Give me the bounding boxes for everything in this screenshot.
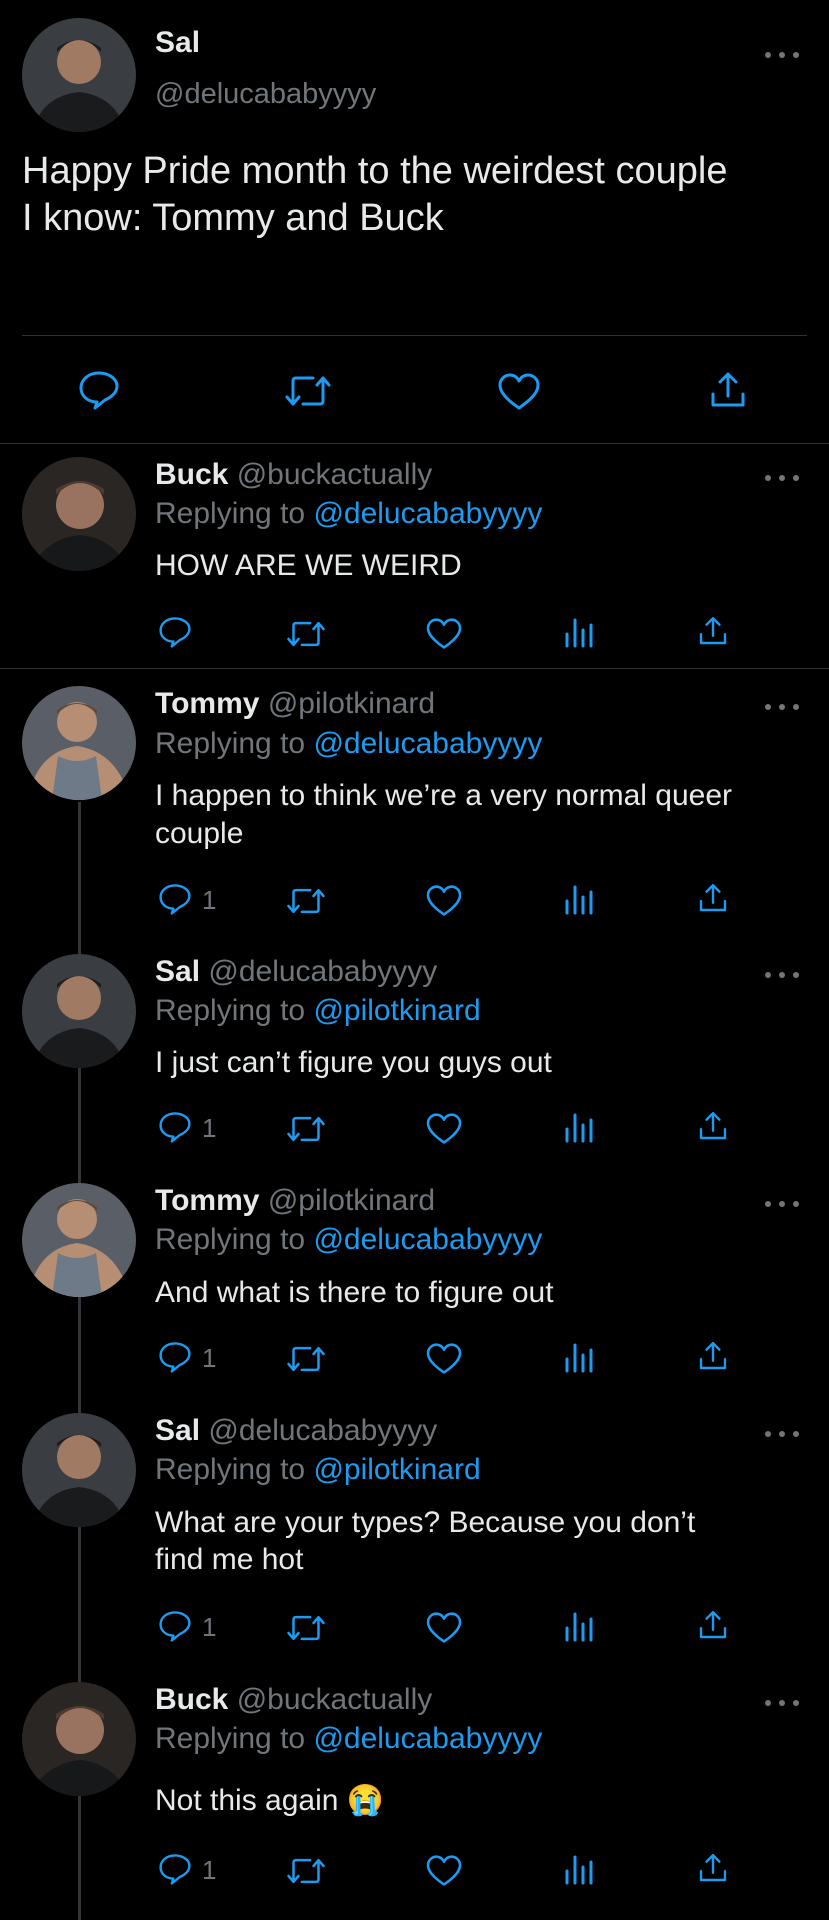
replying-to-label: Replying to bbox=[155, 1453, 306, 1486]
share-icon[interactable] bbox=[697, 882, 729, 914]
reply-icon[interactable] bbox=[158, 1111, 192, 1143]
share-icon[interactable] bbox=[697, 615, 729, 647]
replying-to-link[interactable]: @delucababyyyy bbox=[313, 1722, 542, 1755]
replying-to-link[interactable]: @pilotkinard bbox=[313, 1453, 480, 1486]
replying-to-label: Replying to bbox=[155, 1223, 306, 1256]
heart-icon[interactable] bbox=[426, 1855, 462, 1887]
views-icon[interactable] bbox=[564, 1610, 594, 1642]
retweet-icon[interactable] bbox=[285, 1856, 327, 1886]
author-name[interactable]: Sal bbox=[155, 955, 200, 988]
reply-count: 1 bbox=[202, 1343, 217, 1373]
avatar-buck[interactable] bbox=[22, 457, 136, 571]
author-handle[interactable]: @buckactually bbox=[237, 1683, 433, 1716]
reply-count: 1 bbox=[202, 885, 217, 915]
tweet-text: I just can’t figure you guys out bbox=[155, 1046, 552, 1079]
divider bbox=[22, 335, 807, 336]
avatar-tommy[interactable] bbox=[22, 686, 136, 800]
author-handle[interactable]: @delucababyyyy bbox=[208, 955, 437, 988]
share-icon[interactable] bbox=[697, 1340, 729, 1372]
avatar-buck[interactable] bbox=[22, 1682, 136, 1796]
author-handle[interactable]: @delucababyyyy bbox=[155, 78, 376, 111]
replying-to-link[interactable]: @delucababyyyy bbox=[313, 1223, 542, 1256]
avatar-sal[interactable] bbox=[22, 1413, 136, 1527]
tweet-text: And what is there to figure out bbox=[155, 1276, 554, 1309]
retweet-icon[interactable] bbox=[285, 1114, 327, 1144]
heart-icon[interactable] bbox=[426, 1113, 462, 1145]
views-icon[interactable] bbox=[564, 883, 594, 915]
views-icon[interactable] bbox=[564, 1853, 594, 1885]
reply-icon[interactable] bbox=[78, 370, 120, 410]
reply-count: 1 bbox=[202, 1855, 217, 1885]
reply-icon[interactable] bbox=[158, 883, 192, 915]
heart-icon[interactable] bbox=[498, 373, 540, 411]
replying-to-label: Replying to bbox=[155, 1722, 306, 1755]
author-name[interactable]: Sal bbox=[155, 26, 200, 60]
author-handle[interactable]: @pilotkinard bbox=[268, 687, 435, 720]
replying-to-label: Replying to bbox=[155, 994, 306, 1027]
author-name[interactable]: Buck bbox=[155, 458, 228, 491]
more-icon[interactable] bbox=[765, 50, 799, 60]
more-icon[interactable] bbox=[765, 702, 799, 712]
heart-icon[interactable] bbox=[426, 885, 462, 917]
replying-to-link[interactable]: @delucababyyyy bbox=[313, 727, 542, 760]
avatar-tommy[interactable] bbox=[22, 1183, 136, 1297]
avatar-sal[interactable] bbox=[22, 954, 136, 1068]
heart-icon[interactable] bbox=[426, 618, 462, 650]
views-icon[interactable] bbox=[564, 1111, 594, 1143]
reply-icon[interactable] bbox=[158, 1853, 192, 1885]
tweet-text: Not this again bbox=[155, 1784, 339, 1817]
views-icon[interactable] bbox=[564, 616, 594, 648]
more-icon[interactable] bbox=[765, 473, 799, 483]
more-icon[interactable] bbox=[765, 1698, 799, 1708]
tweet-text-line-1: I happen to think we’re a very normal qu… bbox=[155, 779, 732, 812]
reply-count: 1 bbox=[202, 1612, 217, 1642]
reply-count: 1 bbox=[202, 1113, 217, 1143]
views-icon[interactable] bbox=[564, 1341, 594, 1373]
tweet-text-line-1: What are your types? Because you don’t bbox=[155, 1506, 696, 1539]
tweet-text-line-2: I know: Tommy and Buck bbox=[22, 197, 444, 239]
share-icon[interactable] bbox=[697, 1609, 729, 1641]
replying-to-label: Replying to bbox=[155, 727, 306, 760]
tweet-text-line-2: find me hot bbox=[155, 1543, 304, 1576]
retweet-icon[interactable] bbox=[285, 1344, 327, 1374]
retweet-icon[interactable] bbox=[285, 886, 327, 916]
author-name[interactable]: Sal bbox=[155, 1414, 200, 1447]
divider bbox=[0, 668, 829, 669]
reply-icon[interactable] bbox=[158, 616, 192, 648]
reply-icon[interactable] bbox=[158, 1610, 192, 1642]
retweet-icon[interactable] bbox=[285, 619, 327, 649]
author-name[interactable]: Tommy bbox=[155, 687, 259, 720]
author-name[interactable]: Buck bbox=[155, 1683, 228, 1716]
share-icon[interactable] bbox=[697, 1110, 729, 1142]
heart-icon[interactable] bbox=[426, 1612, 462, 1644]
replying-to-link[interactable]: @delucababyyyy bbox=[313, 497, 542, 530]
heart-icon[interactable] bbox=[426, 1343, 462, 1375]
retweet-icon[interactable] bbox=[283, 373, 333, 409]
tweet-text-line-2: couple bbox=[155, 817, 244, 850]
replying-to-link[interactable]: @pilotkinard bbox=[313, 994, 480, 1027]
tweet-text-line-1: Happy Pride month to the weirdest couple bbox=[22, 150, 728, 192]
share-icon[interactable] bbox=[708, 370, 748, 410]
retweet-icon[interactable] bbox=[285, 1613, 327, 1643]
reply-icon[interactable] bbox=[158, 1341, 192, 1373]
more-icon[interactable] bbox=[765, 1429, 799, 1439]
tweet-text: HOW ARE WE WEIRD bbox=[155, 549, 462, 582]
more-icon[interactable] bbox=[765, 1199, 799, 1209]
author-name[interactable]: Tommy bbox=[155, 1184, 259, 1217]
divider bbox=[0, 443, 829, 444]
avatar-sal[interactable] bbox=[22, 18, 136, 132]
crying-emoji: 😭 bbox=[346, 1784, 385, 1817]
share-icon[interactable] bbox=[697, 1852, 729, 1884]
author-handle[interactable]: @pilotkinard bbox=[268, 1184, 435, 1217]
more-icon[interactable] bbox=[765, 970, 799, 980]
author-handle[interactable]: @delucababyyyy bbox=[208, 1414, 437, 1447]
replying-to-label: Replying to bbox=[155, 497, 306, 530]
author-handle[interactable]: @buckactually bbox=[237, 458, 433, 491]
